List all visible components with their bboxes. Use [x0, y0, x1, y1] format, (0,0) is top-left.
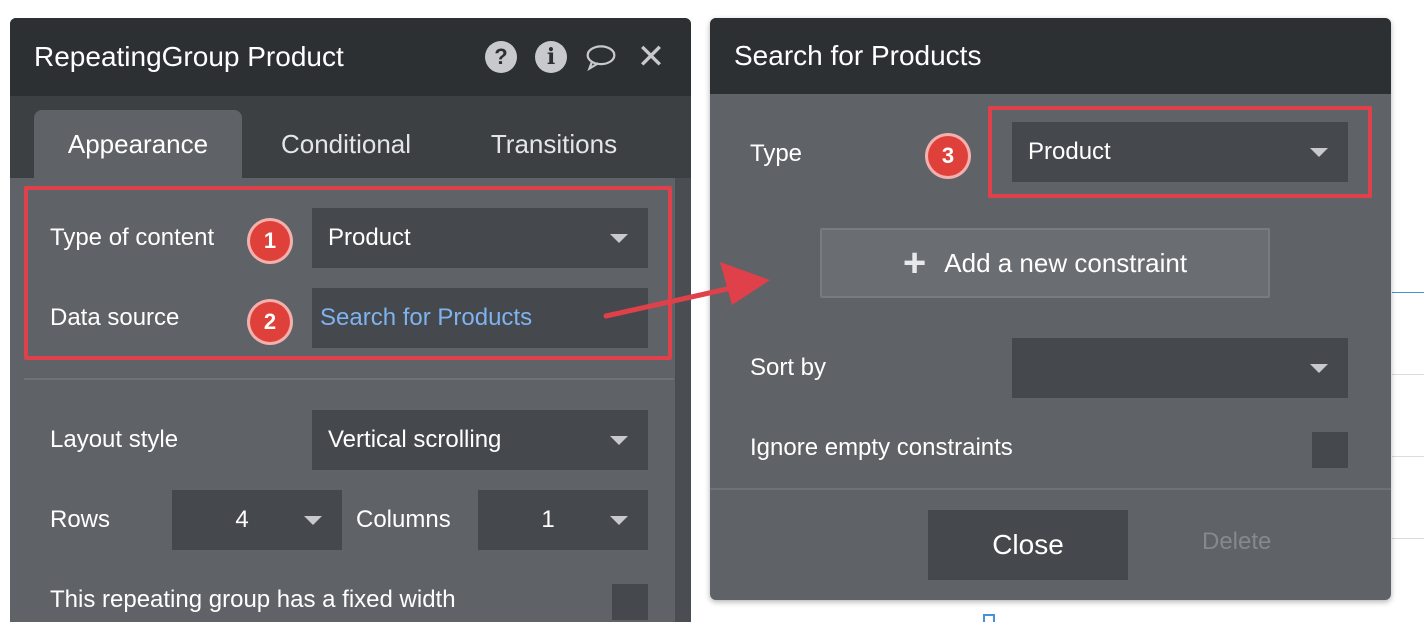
canvas-selection-handle [983, 614, 995, 622]
columns-dropdown[interactable]: 1 [478, 490, 648, 550]
plus-icon: + [902, 241, 927, 285]
chevron-down-icon [304, 516, 322, 525]
question-icon[interactable]: ? [485, 41, 517, 73]
property-editor-panel: RepeatingGroup Product ? i ✕ Appearance … [10, 18, 691, 622]
type-label: Type [750, 140, 803, 167]
header-icons: ? i ✕ [485, 38, 667, 76]
fixed-width-checkbox[interactable] [612, 584, 648, 620]
delete-button[interactable]: Delete [1202, 528, 1271, 556]
chevron-down-icon [610, 516, 628, 525]
step-badge-3: 3 [928, 136, 968, 176]
columns-value: 1 [541, 506, 555, 533]
chevron-down-icon [1310, 364, 1328, 373]
section-divider [24, 378, 674, 380]
sort-by-dropdown[interactable] [1012, 338, 1348, 398]
panel-title: RepeatingGroup Product [34, 41, 344, 72]
panel-header: RepeatingGroup Product ? i ✕ [10, 18, 691, 96]
add-constraint-label: Add a new constraint [944, 247, 1188, 278]
ignore-empty-checkbox[interactable] [1312, 432, 1348, 468]
close-icon[interactable]: ✕ [635, 38, 667, 76]
add-constraint-button[interactable]: + Add a new constraint [820, 228, 1270, 298]
tab-appearance[interactable]: Appearance [34, 110, 242, 178]
footer-divider [710, 488, 1391, 490]
close-button[interactable]: Close [928, 510, 1128, 580]
panel-scrollbar[interactable] [675, 178, 691, 622]
highlight-box-data [24, 186, 672, 360]
layout-style-dropdown[interactable]: Vertical scrolling [312, 410, 648, 470]
canvas-guide-line [1392, 456, 1424, 457]
chevron-down-icon [610, 436, 628, 445]
canvas-guide-line [1392, 374, 1424, 375]
popup-header: Search for Products [710, 18, 1391, 94]
layout-style-value: Vertical scrolling [328, 426, 502, 453]
canvas-guide-line [1392, 538, 1424, 539]
tab-conditional[interactable]: Conditional [258, 110, 434, 178]
rows-value: 4 [235, 506, 249, 533]
tab-transitions[interactable]: Transitions [470, 110, 638, 178]
rows-label: Rows [50, 506, 111, 533]
ignore-empty-label: Ignore empty constraints [750, 434, 1013, 461]
columns-label: Columns [356, 506, 451, 533]
sort-by-label: Sort by [750, 354, 827, 381]
highlight-box-type [988, 106, 1372, 198]
rows-dropdown[interactable]: 4 [172, 490, 342, 550]
layout-style-label: Layout style [50, 426, 179, 453]
info-icon[interactable]: i [535, 41, 567, 73]
search-popup: Search for Products Type 3 Product + Add… [710, 18, 1391, 600]
tab-bar: Appearance Conditional Transitions [10, 96, 691, 178]
popup-title: Search for Products [734, 40, 982, 71]
fixed-width-label: This repeating group has a fixed width [50, 586, 456, 613]
comment-icon[interactable] [585, 41, 617, 73]
canvas-guide-line [1392, 292, 1424, 293]
